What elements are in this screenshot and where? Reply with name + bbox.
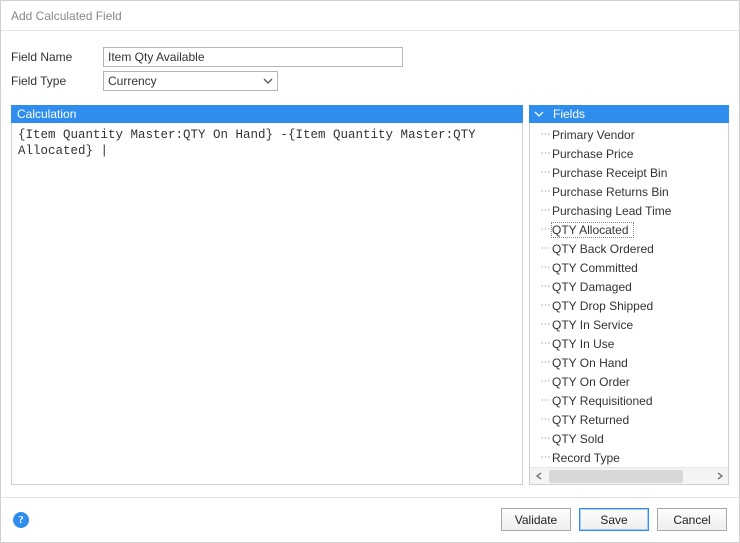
field-type-label: Field Type [11, 74, 103, 88]
calculation-body [11, 123, 523, 485]
cancel-button[interactable]: Cancel [657, 508, 727, 531]
field-item-label: QTY Allocated [552, 223, 629, 237]
field-item[interactable]: ⋯Record Type [530, 448, 728, 467]
field-item-label: Purchase Price [552, 147, 633, 161]
field-item[interactable]: ⋯Purchase Receipt Bin [530, 163, 728, 182]
field-item-label: QTY Committed [552, 261, 638, 275]
validate-button[interactable]: Validate [501, 508, 571, 531]
dialog-window: Add Calculated Field Field Name Field Ty… [0, 0, 740, 543]
hscroll-left-icon[interactable] [530, 467, 547, 484]
field-item-label: Purchase Returns Bin [552, 185, 669, 199]
tree-leaf-icon: ⋯ [538, 129, 552, 140]
field-type-select[interactable]: Currency [103, 71, 278, 91]
field-item-label: Record Type [552, 451, 620, 465]
fields-tree-wrap: ⋯Primary Vendor⋯Purchase Price⋯Purchase … [530, 123, 728, 484]
tree-leaf-icon: ⋯ [538, 224, 552, 235]
tree-leaf-icon: ⋯ [538, 243, 552, 254]
calculation-header: Calculation [11, 105, 523, 123]
field-item[interactable]: ⋯QTY On Hand [530, 353, 728, 372]
field-item-label: QTY On Order [552, 375, 630, 389]
tree-leaf-icon: ⋯ [538, 262, 552, 273]
field-item-label: Purchasing Lead Time [552, 204, 671, 218]
fields-tree[interactable]: ⋯Primary Vendor⋯Purchase Price⋯Purchase … [530, 123, 728, 467]
field-item[interactable]: ⋯QTY Allocated [530, 220, 728, 239]
tree-leaf-icon: ⋯ [538, 167, 552, 178]
field-item[interactable]: ⋯QTY Sold [530, 429, 728, 448]
hscroll-right-icon[interactable] [711, 467, 728, 484]
tree-leaf-icon: ⋯ [538, 186, 552, 197]
tree-leaf-icon: ⋯ [538, 452, 552, 463]
fields-header: Fields [529, 105, 729, 123]
tree-leaf-icon: ⋯ [538, 281, 552, 292]
tree-leaf-icon: ⋯ [538, 338, 552, 349]
hscroll-thumb[interactable] [549, 470, 683, 483]
calculation-panel: Calculation [11, 105, 523, 485]
calculation-header-label: Calculation [17, 105, 76, 123]
tree-leaf-icon: ⋯ [538, 319, 552, 330]
fields-panel: Fields ⋯Primary Vendor⋯Purchase Price⋯Pu… [529, 105, 729, 485]
chevron-down-icon [263, 78, 273, 84]
field-item[interactable]: ⋯Purchase Returns Bin [530, 182, 728, 201]
tree-leaf-icon: ⋯ [538, 395, 552, 406]
help-icon[interactable]: ? [13, 512, 29, 528]
form-area: Field Name Field Type Currency [1, 31, 739, 105]
field-name-row: Field Name [11, 47, 729, 67]
field-item[interactable]: ⋯QTY On Order [530, 372, 728, 391]
body-area: Calculation Fields ⋯Primary Vendor⋯Purch… [1, 105, 739, 497]
field-item-label: QTY Damaged [552, 280, 632, 294]
field-type-value: Currency [108, 74, 157, 88]
field-item-label: QTY Returned [552, 413, 629, 427]
tree-leaf-icon: ⋯ [538, 376, 552, 387]
tree-leaf-icon: ⋯ [538, 357, 552, 368]
field-item-label: QTY Back Ordered [552, 242, 654, 256]
fields-hscroll[interactable] [530, 467, 728, 484]
field-item[interactable]: ⋯QTY Requisitioned [530, 391, 728, 410]
fields-header-dropdown-icon[interactable] [531, 106, 547, 122]
field-item[interactable]: ⋯Purchasing Lead Time [530, 201, 728, 220]
tree-leaf-icon: ⋯ [538, 433, 552, 444]
field-item-label: QTY Requisitioned [552, 394, 653, 408]
hscroll-track[interactable] [547, 468, 711, 484]
field-item[interactable]: ⋯QTY Damaged [530, 277, 728, 296]
field-name-input[interactable] [103, 47, 403, 67]
tree-leaf-icon: ⋯ [538, 300, 552, 311]
field-item[interactable]: ⋯QTY In Service [530, 315, 728, 334]
field-item[interactable]: ⋯QTY Returned [530, 410, 728, 429]
window-title: Add Calculated Field [1, 1, 739, 31]
field-item-label: QTY In Service [552, 318, 633, 332]
field-item-label: QTY Drop Shipped [552, 299, 653, 313]
fields-header-label: Fields [553, 105, 585, 123]
field-item[interactable]: ⋯Purchase Price [530, 144, 728, 163]
field-name-label: Field Name [11, 50, 103, 64]
fields-body: ⋯Primary Vendor⋯Purchase Price⋯Purchase … [529, 123, 729, 485]
field-item[interactable]: ⋯QTY Back Ordered [530, 239, 728, 258]
save-button[interactable]: Save [579, 508, 649, 531]
field-item-label: Primary Vendor [552, 128, 635, 142]
footer: ? Validate Save Cancel [1, 497, 739, 542]
field-item-label: QTY Sold [552, 432, 604, 446]
field-item-label: QTY On Hand [552, 356, 628, 370]
calculation-textarea[interactable] [12, 123, 522, 484]
field-type-row: Field Type Currency [11, 71, 729, 91]
tree-leaf-icon: ⋯ [538, 148, 552, 159]
field-item-label: QTY In Use [552, 337, 614, 351]
tree-leaf-icon: ⋯ [538, 205, 552, 216]
tree-leaf-icon: ⋯ [538, 414, 552, 425]
field-item[interactable]: ⋯QTY Committed [530, 258, 728, 277]
field-item[interactable]: ⋯Primary Vendor [530, 125, 728, 144]
field-item-label: Purchase Receipt Bin [552, 166, 667, 180]
field-item[interactable]: ⋯QTY In Use [530, 334, 728, 353]
field-item[interactable]: ⋯QTY Drop Shipped [530, 296, 728, 315]
